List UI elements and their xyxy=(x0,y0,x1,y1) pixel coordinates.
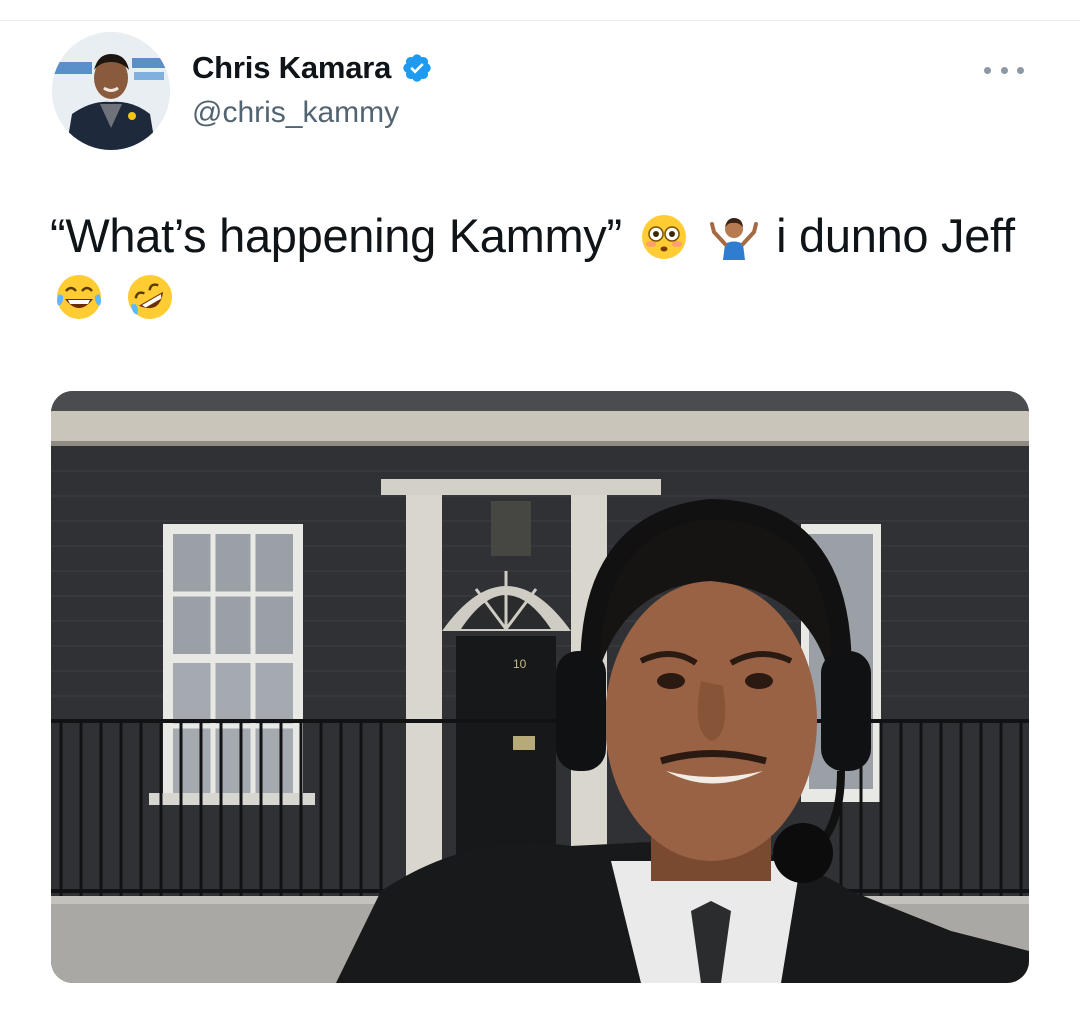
author-handle[interactable]: @chris_kammy xyxy=(192,96,399,130)
downing-street-photo: 10 xyxy=(51,391,1029,983)
profile-photo xyxy=(52,32,170,150)
tweet-quote: “What’s happening Kammy” xyxy=(50,209,622,262)
rolling-on-the-floor-laughing-icon xyxy=(127,275,172,319)
person-shrugging-icon xyxy=(710,218,759,260)
more-horizontal-icon xyxy=(984,66,991,74)
author-name[interactable]: Chris Kamara xyxy=(192,50,433,86)
tweet-media-image[interactable]: 10 xyxy=(51,391,1029,983)
top-divider xyxy=(0,20,1080,21)
flushed-face-icon xyxy=(641,215,686,259)
face-with-tears-of-joy-icon xyxy=(57,275,101,319)
door-number: 10 xyxy=(513,657,527,671)
more-options-button[interactable] xyxy=(984,58,1024,82)
verified-badge-icon xyxy=(403,54,431,82)
author-name-text: Chris Kamara xyxy=(192,50,392,85)
tweet-reply: i dunno Jeff xyxy=(776,209,1015,262)
tweet-text: “What’s happening Kammy” i dunno Jeff xyxy=(50,206,1040,326)
avatar[interactable] xyxy=(52,32,170,150)
